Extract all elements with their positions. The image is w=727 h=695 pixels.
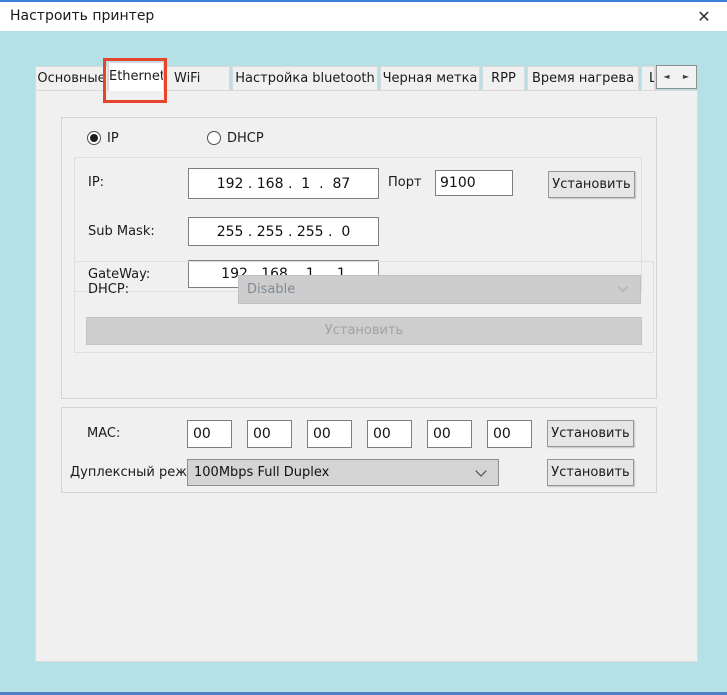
radio-dhcp-label: DHCP xyxy=(227,131,264,146)
set-mac-button[interactable]: Установить xyxy=(547,420,634,447)
tab-scroll-left-icon[interactable]: ◄ xyxy=(656,65,677,89)
ip-label: IP: xyxy=(88,175,104,190)
close-icon[interactable]: ✕ xyxy=(691,5,717,29)
tab-truncated[interactable]: L xyxy=(641,66,655,90)
mac-input-4[interactable] xyxy=(368,421,411,447)
mac-field-6-wrap xyxy=(487,420,532,448)
ethernet-tab-page: IP DHCP IP: Порт Установить Sub Mask: xyxy=(35,90,698,662)
set-duplex-button[interactable]: Установить xyxy=(547,459,634,486)
dhcp-label: DHCP: xyxy=(88,282,129,297)
dhcp-select: Disable xyxy=(238,275,641,304)
mac-input-1[interactable] xyxy=(188,421,231,447)
radio-ip[interactable]: IP xyxy=(87,129,119,147)
mac-field-1-wrap xyxy=(187,420,232,448)
submask-input[interactable] xyxy=(189,218,378,245)
mac-group: MAC: Установить Дуплексный режим 1 xyxy=(61,407,657,493)
mac-field-3-wrap xyxy=(307,420,352,448)
ip-address-input[interactable] xyxy=(189,169,378,198)
tab-wifi[interactable]: WiFi xyxy=(166,66,230,90)
mac-input-6[interactable] xyxy=(488,421,531,447)
duplex-select-value: 100Mbps Full Duplex xyxy=(194,465,329,480)
radio-dhcp-icon[interactable] xyxy=(207,131,221,145)
set-dhcp-button: Установить xyxy=(86,317,642,345)
ip-settings-group: IP DHCP IP: Порт Установить Sub Mask: xyxy=(61,117,657,399)
tab-ethernet[interactable]: Ethernet xyxy=(108,62,164,91)
configure-printer-dialog: Настроить принтер ✕ Основные Ethernet Wi… xyxy=(0,0,727,695)
radio-ip-icon[interactable] xyxy=(87,131,101,145)
port-label: Порт xyxy=(388,175,422,190)
mac-field-4-wrap xyxy=(367,420,412,448)
set-ip-button[interactable]: Установить xyxy=(548,171,635,198)
mac-input-3[interactable] xyxy=(308,421,351,447)
dhcp-select-value: Disable xyxy=(247,282,295,297)
mac-field-2-wrap xyxy=(247,420,292,448)
dhcp-box: DHCP: Disable Установить xyxy=(74,261,654,353)
radio-ip-label: IP xyxy=(107,131,119,146)
radio-dhcp[interactable]: DHCP xyxy=(207,129,264,147)
port-input[interactable] xyxy=(436,171,512,195)
dialog-title: Настроить принтер xyxy=(10,8,154,24)
tab-scroll-right-icon[interactable]: ► xyxy=(676,65,697,89)
tab-heating-time[interactable]: Время нагрева xyxy=(527,66,639,90)
tab-black-mark[interactable]: Черная метка xyxy=(380,66,480,90)
chevron-down-icon xyxy=(475,465,486,476)
ip-address-field-wrap xyxy=(188,168,379,199)
tab-osnovnye[interactable]: Основные xyxy=(35,66,108,90)
port-field-wrap xyxy=(435,170,513,196)
mac-field-5-wrap xyxy=(427,420,472,448)
tab-bluetooth[interactable]: Настройка bluetooth xyxy=(232,66,378,90)
submask-label: Sub Mask: xyxy=(88,224,155,239)
duplex-select[interactable]: 100Mbps Full Duplex xyxy=(187,459,499,486)
mac-label: MAC: xyxy=(87,426,120,441)
title-bar: Настроить принтер ✕ xyxy=(0,2,727,31)
mac-input-5[interactable] xyxy=(428,421,471,447)
chevron-down-icon xyxy=(617,281,628,292)
mac-input-2[interactable] xyxy=(248,421,291,447)
duplex-label: Дуплексный режим xyxy=(70,465,187,480)
submask-field-wrap xyxy=(188,217,379,246)
tab-rpp[interactable]: RPP xyxy=(482,66,525,90)
